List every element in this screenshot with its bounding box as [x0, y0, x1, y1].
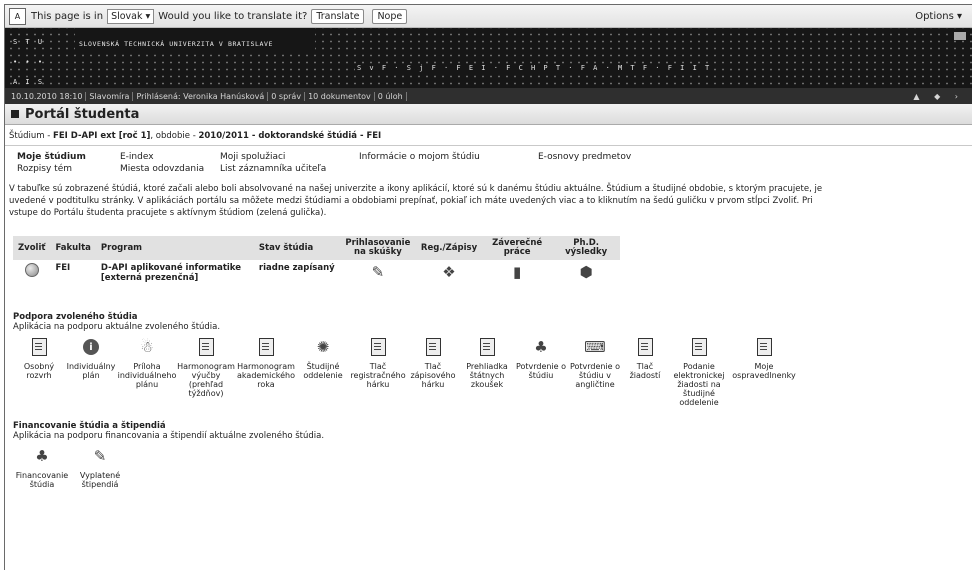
info-text: V tabuľke sú zobrazené štúdiá, ktoré zač… [9, 184, 823, 218]
study-table: Zvoliť Fakulta Program Stav štúdia Prihl… [13, 236, 621, 286]
status-cell: riadne zapísaný [258, 263, 335, 273]
status-bar: 10.10.2010 18:10 Slavomíra Prihlásená: V… [5, 88, 972, 104]
col-program: Program [95, 236, 254, 260]
app-ospravedlnenky[interactable]: Moje ospravedlnenky [731, 338, 797, 407]
app-potvrdenie[interactable]: ♣ Potvrdenie o štúdiu [515, 338, 567, 407]
menu-miesta[interactable]: Miesta odovzdania [120, 164, 204, 174]
menu-informacie[interactable]: Informácie o mojom štúdiu [359, 152, 480, 162]
browser-frame: A This page is in Slovak ▾ Would you lik… [4, 4, 972, 570]
study-menu: Moje štúdium E-index Moji spolužiaci Inf… [5, 146, 972, 180]
translate-button[interactable]: Translate [311, 8, 365, 24]
translate-prefix: This page is in [31, 10, 104, 22]
exam-signup-icon[interactable]: ✎ [372, 263, 385, 281]
col-reg: Reg./Zápisy [415, 236, 483, 260]
app-tlac-registracneho[interactable]: Tlač registračného hárku [349, 338, 407, 407]
logged-user: Prihlásená: Veronika Hanúsková [133, 91, 269, 101]
table-row: FEI D-API aplikované informatike [externá… [13, 260, 620, 286]
menu-moje-studium[interactable]: Moje štúdium [17, 152, 86, 162]
support-subtitle: Aplikácia na podporu aktuálne zvoleného … [13, 322, 221, 332]
menu-list[interactable]: List záznamníka učiteľa [220, 164, 326, 174]
app-priloha-planu[interactable]: ☃ Príloha individuálneho plánu [117, 338, 177, 407]
status-icons[interactable]: ▲ ◆ › [913, 92, 964, 101]
window-icon[interactable] [954, 32, 966, 40]
menu-moji-spoluziaci[interactable]: Moji spolužiaci [220, 152, 285, 162]
support-title: Podpora zvoleného štúdia [13, 312, 138, 322]
documents-link[interactable]: 10 dokumentov [305, 91, 375, 101]
print-request-icon [637, 338, 653, 356]
app-tlac-ziadosti[interactable]: Tlač žiadostí [623, 338, 667, 407]
select-study-radio[interactable] [24, 263, 39, 277]
phd-results-icon[interactable]: ⬢ [580, 263, 593, 281]
university-name: SLOVENSKÁ TECHNICKÁ UNIVERZITA V BRATISL… [79, 40, 274, 48]
finance-icon: ♣ [35, 446, 49, 465]
app-prehliadka[interactable]: Prehliadka štátnych zkoušek [459, 338, 515, 407]
col-zvolit: Zvoliť [13, 236, 51, 260]
faculty-list: S v F · S j F · F E I · F C H P T · F A … [355, 64, 714, 72]
app-tlac-zapisoveho[interactable]: Tlač zápisového hárku [407, 338, 459, 407]
registration-icon[interactable]: ❖ [442, 263, 455, 281]
finance-subtitle: Aplikácia na podporu financovania a štip… [13, 431, 325, 441]
finance-section: Financovanie štúdia a štipendiá Aplikáci… [13, 421, 972, 489]
language-select[interactable]: Slovak ▾ [107, 8, 155, 24]
finance-title: Financovanie štúdia a štipendiá [13, 421, 166, 431]
print-icon [425, 338, 441, 356]
stamp-en-icon: ⌨ [584, 337, 606, 356]
menu-rozpisy[interactable]: Rozpisy tém [17, 164, 72, 174]
schedule-icon [258, 338, 274, 356]
support-section: Podpora zvoleného štúdia Aplikácia na po… [13, 312, 972, 407]
submit-request-icon [691, 338, 707, 356]
info-icon: i [83, 339, 99, 355]
breadcrumb: Štúdium - FEI D-API ext [roč 1], obdobie… [5, 125, 972, 146]
app-harmonogram-roka[interactable]: Harmonogram akademického roka [235, 338, 297, 407]
review-icon [479, 338, 495, 356]
stamp-icon: ♣ [534, 337, 548, 356]
menu-e-index[interactable]: E-index [120, 152, 154, 162]
thesis-icon[interactable]: ▮ [513, 263, 521, 281]
scholarship-icon: ✎ [93, 446, 107, 465]
translate-icon: A [9, 7, 26, 25]
messages-link[interactable]: 0 správ [268, 91, 306, 101]
app-studijne-oddelenie[interactable]: ✺ Študijné oddelenie [297, 338, 349, 407]
university-header: S T U • • • A I S SLOVENSKÁ TECHNICKÁ UN… [5, 28, 972, 88]
datetime: 10.10.2010 18:10 [8, 91, 87, 101]
translate-question: Would you like to translate it? [158, 10, 308, 22]
menu-e-osnovy[interactable]: E-osnovy predmetov [538, 152, 631, 162]
calendar-icon [198, 338, 214, 356]
stu-ais-logo: S T U • • • A I S [13, 38, 45, 86]
tasks-link[interactable]: 0 úloh [375, 91, 407, 101]
user-menu[interactable]: Slavomíra [86, 91, 134, 101]
app-stipendia[interactable]: ✎ Vyplatené štipendiá [71, 447, 129, 489]
col-zaverecne: Záverečné práce [482, 236, 553, 260]
print-icon [370, 338, 386, 356]
compass-icon: ✺ [316, 337, 330, 356]
translate-bar: A This page is in Slovak ▾ Would you lik… [5, 5, 972, 28]
options-menu[interactable]: Options ▾ [915, 11, 962, 22]
app-potvrdenie-en[interactable]: ⌨ Potvrdenie o štúdiu v angličtine [567, 338, 623, 407]
app-podanie-ziadosti[interactable]: Podanie elektronickej žiadosti na študij… [667, 338, 731, 407]
portal-title: Portál študenta [5, 104, 972, 125]
program-cell: D-API aplikované informatike [externá pre… [100, 263, 241, 283]
excuse-icon [756, 338, 772, 356]
table-header: Zvoliť Fakulta Program Stav štúdia Prihl… [13, 236, 621, 260]
col-prihlasovanie: Prihlasovanie na skúšky [339, 236, 416, 260]
app-financovanie[interactable]: ♣ Financovanie štúdia [13, 447, 71, 489]
people-icon: ☃ [140, 337, 154, 356]
app-harmonogram-vyucby[interactable]: Harmonogram výučby (prehľad týždňov) [177, 338, 235, 407]
finance-apps: ♣ Financovanie štúdia ✎ Vyplatené štipendi… [13, 447, 972, 489]
col-phd: Ph.D. výsledky [552, 236, 621, 260]
app-individualny-plan[interactable]: i Individuálny plán [65, 338, 117, 407]
support-apps: Osobný rozvrh i Individuálny plán ☃ Príloh… [13, 338, 972, 407]
document-icon [31, 338, 47, 356]
faculty-cell: FEI [55, 263, 71, 273]
portal-icon [11, 110, 19, 118]
col-stav: Stav štúdia [253, 236, 340, 260]
nope-button[interactable]: Nope [372, 8, 408, 24]
app-osobny-rozvrh[interactable]: Osobný rozvrh [13, 338, 65, 407]
col-fakulta: Fakulta [50, 236, 96, 260]
